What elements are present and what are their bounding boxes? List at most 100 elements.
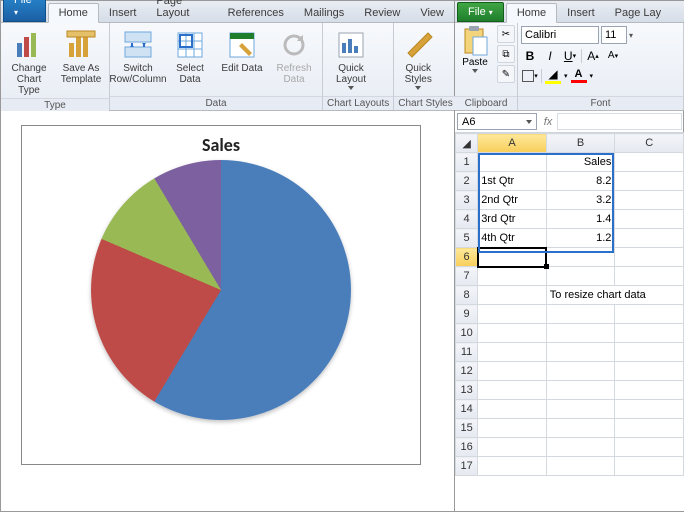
cell[interactable]: 4th Qtr (478, 229, 547, 248)
cell[interactable] (546, 400, 615, 419)
formula-bar[interactable] (557, 113, 682, 130)
cell[interactable] (615, 457, 684, 476)
cell[interactable] (546, 248, 615, 267)
tab-view[interactable]: View (410, 4, 454, 22)
tab-review[interactable]: Review (354, 4, 410, 22)
tab-mailings[interactable]: Mailings (294, 4, 354, 22)
cell[interactable]: 1.4 (546, 210, 615, 229)
quick-layout-button[interactable]: Quick Layout (327, 27, 375, 94)
cut-button[interactable]: ✂ (497, 25, 515, 43)
save-as-template-button[interactable]: Save As Template (57, 27, 105, 87)
row-header[interactable]: 8 (456, 286, 478, 305)
switch-row-column-button[interactable]: Switch Row/Column (114, 27, 162, 87)
paste-button[interactable]: Paste (455, 23, 495, 96)
file-tab[interactable]: File ▾ (3, 0, 46, 22)
fill-color-button[interactable]: ◢ (544, 67, 562, 84)
italic-button[interactable]: I (541, 47, 559, 64)
cell-selected[interactable] (478, 248, 547, 267)
cell[interactable] (546, 457, 615, 476)
cell[interactable] (615, 438, 684, 457)
cell[interactable] (478, 419, 547, 438)
cell[interactable] (478, 457, 547, 476)
row-header[interactable]: 5 (456, 229, 478, 248)
cell[interactable] (478, 400, 547, 419)
cell[interactable] (478, 267, 547, 286)
decrease-font-button[interactable]: A▾ (604, 47, 622, 64)
quick-styles-button[interactable]: Quick Styles (398, 27, 438, 94)
row-header[interactable]: 2 (456, 172, 478, 191)
edit-data-button[interactable]: Edit Data (218, 27, 266, 76)
cell[interactable] (615, 343, 684, 362)
select-data-button[interactable]: Select Data (166, 27, 214, 87)
cell[interactable] (478, 305, 547, 324)
cell[interactable] (478, 286, 547, 305)
change-chart-type-button[interactable]: Change Chart Type (5, 27, 53, 98)
cell[interactable]: 3rd Qtr (478, 210, 547, 229)
row-header[interactable]: 10 (456, 324, 478, 343)
cell[interactable] (615, 324, 684, 343)
row-header[interactable]: 1 (456, 153, 478, 172)
font-size-input[interactable] (601, 26, 627, 44)
increase-font-button[interactable]: A▴ (584, 47, 602, 64)
tab-home[interactable]: Home (506, 3, 557, 23)
cell[interactable] (546, 362, 615, 381)
col-header-b[interactable]: B (546, 134, 615, 153)
copy-button[interactable]: ⧉ (497, 45, 515, 63)
row-header[interactable]: 13 (456, 381, 478, 400)
font-color-button[interactable]: A (570, 67, 588, 84)
name-box[interactable]: A6 (457, 113, 537, 130)
select-all-corner[interactable]: ◢ (456, 134, 478, 153)
spreadsheet-grid[interactable]: ◢ A B C 1 Sales 21st Qtr8.2 32nd Qtr3.2 4… (455, 133, 684, 476)
row-header[interactable]: 9 (456, 305, 478, 324)
tab-page-layout[interactable]: Page Layout (146, 0, 217, 22)
tab-insert[interactable]: Insert (557, 4, 605, 22)
pie-chart[interactable] (91, 160, 351, 420)
cell[interactable] (546, 305, 615, 324)
bold-button[interactable]: B (521, 47, 539, 64)
row-header[interactable]: 16 (456, 438, 478, 457)
cell[interactable] (615, 172, 684, 191)
borders-button[interactable]: ▾ (521, 67, 539, 84)
cell[interactable] (615, 229, 684, 248)
cell[interactable] (546, 381, 615, 400)
format-painter-button[interactable]: ✎ (497, 65, 515, 83)
cell[interactable]: 1.2 (546, 229, 615, 248)
tab-insert[interactable]: Insert (99, 4, 147, 22)
cell[interactable] (615, 153, 684, 172)
col-header-a[interactable]: A (478, 134, 547, 153)
cell[interactable] (615, 210, 684, 229)
cell[interactable] (478, 362, 547, 381)
cell[interactable] (546, 438, 615, 457)
tab-references[interactable]: References (218, 4, 294, 22)
cell[interactable] (546, 267, 615, 286)
cell[interactable] (615, 381, 684, 400)
cell[interactable] (478, 343, 547, 362)
cell[interactable]: 8.2 (546, 172, 615, 191)
cell[interactable] (615, 419, 684, 438)
file-tab[interactable]: File ▾ (457, 2, 504, 22)
cell[interactable]: Sales (546, 153, 615, 172)
row-header[interactable]: 4 (456, 210, 478, 229)
cell[interactable] (546, 419, 615, 438)
cell[interactable]: 1st Qtr (478, 172, 547, 191)
cell[interactable] (615, 267, 684, 286)
row-header[interactable]: 17 (456, 457, 478, 476)
row-header[interactable]: 15 (456, 419, 478, 438)
cell[interactable] (546, 324, 615, 343)
row-header[interactable]: 6 (456, 248, 478, 267)
chart-title[interactable]: Sales (30, 134, 412, 156)
font-name-input[interactable] (521, 26, 599, 44)
cell[interactable] (478, 381, 547, 400)
cell[interactable] (478, 153, 547, 172)
cell[interactable] (615, 305, 684, 324)
row-header[interactable]: 3 (456, 191, 478, 210)
cell[interactable] (615, 362, 684, 381)
col-header-c[interactable]: C (615, 134, 684, 153)
cell[interactable]: 3.2 (546, 191, 615, 210)
cell[interactable] (615, 191, 684, 210)
chart-object[interactable]: Sales (21, 125, 421, 465)
cell[interactable] (615, 248, 684, 267)
cell[interactable]: To resize chart data (546, 286, 683, 305)
cell[interactable]: 2nd Qtr (478, 191, 547, 210)
row-header[interactable]: 11 (456, 343, 478, 362)
